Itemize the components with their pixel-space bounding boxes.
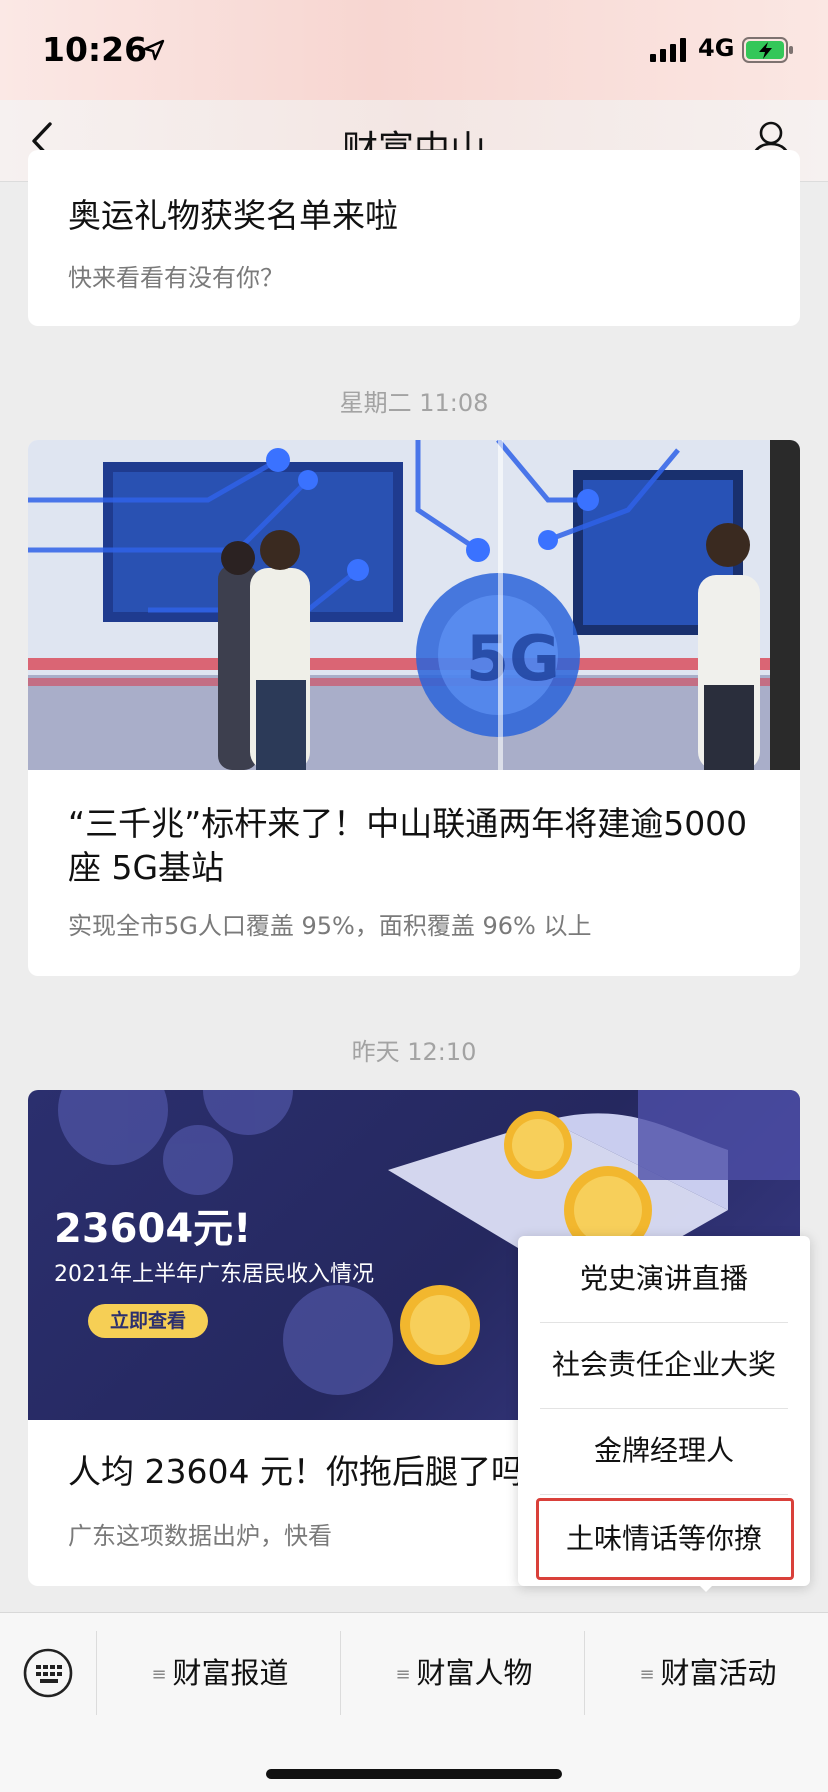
popup-pointer xyxy=(696,1582,716,1592)
menu-tab-label: 财富人物 xyxy=(416,1656,533,1690)
submenu-popup: 党史演讲直播 社会责任企业大奖 金牌经理人 土味情话等你撩 xyxy=(518,1236,810,1586)
bottom-menu-bar: ≡ 财富报道 ≡ 财富人物 ≡ 财富活动 xyxy=(0,1612,828,1792)
message-timestamp: 星期二 11:08 xyxy=(339,389,489,417)
article-image-graphic: 5G xyxy=(28,440,800,770)
divider xyxy=(96,1631,97,1715)
submenu-item[interactable]: 社会责任企业大奖 xyxy=(518,1322,810,1408)
submenu-item[interactable]: 金牌经理人 xyxy=(518,1408,810,1494)
signal-icon xyxy=(650,38,686,62)
message-timestamp: 昨天 12:10 xyxy=(351,1038,477,1066)
article-title: “三千兆”标杆来了！中山联通两年将建逾5000座 5G基站 xyxy=(68,804,748,887)
home-indicator[interactable] xyxy=(266,1769,562,1779)
battery-charging-icon xyxy=(742,37,793,63)
network-label: 4G xyxy=(698,34,735,62)
article-subtitle: 实现全市5G人口覆盖 95%，面积覆盖 96% 以上 xyxy=(68,912,592,940)
highlight-box xyxy=(536,1498,794,1580)
menu-list-icon: ≡ xyxy=(395,1664,411,1685)
divider xyxy=(540,1494,788,1495)
article-image: 5G xyxy=(28,440,800,770)
status-time: 10:26 xyxy=(42,30,148,69)
svg-text:5G: 5G xyxy=(466,622,560,695)
menu-tab-label: 财富活动 xyxy=(660,1656,777,1690)
article-title: 奥运礼物获奖名单来啦 xyxy=(68,196,398,235)
menu-list-icon: ≡ xyxy=(639,1664,655,1685)
article-card[interactable]: 5G “三千兆”标杆来了！中山联通两年将建逾5000座 5G基站 实现全市5G人… xyxy=(28,440,800,976)
menu-list-icon: ≡ xyxy=(151,1664,167,1685)
menu-tab-label: 财富报道 xyxy=(172,1656,289,1690)
location-arrow-icon xyxy=(143,39,165,61)
image-view-button: 立即查看 xyxy=(88,1304,208,1338)
submenu-item[interactable]: 党史演讲直播 xyxy=(518,1236,810,1322)
menu-tab-caifu-baodao[interactable]: ≡ 财富报道 xyxy=(100,1647,340,1699)
article-card[interactable]: 奥运礼物获奖名单来啦 快来看看有没有你？ xyxy=(28,150,800,326)
image-caption: 2021年上半年广东居民收入情况 xyxy=(54,1262,374,1287)
menu-tab-caifu-renwu[interactable]: ≡ 财富人物 xyxy=(344,1647,584,1699)
menu-tab-caifu-huodong[interactable]: ≡ 财富活动 xyxy=(588,1647,828,1699)
keyboard-icon[interactable] xyxy=(22,1647,74,1699)
divider xyxy=(584,1631,585,1715)
divider xyxy=(340,1631,341,1715)
article-subtitle: 快来看看有没有你？ xyxy=(68,264,284,292)
status-bar: 10:26 4G xyxy=(0,0,828,100)
image-headline: 23604元! xyxy=(54,1206,252,1252)
